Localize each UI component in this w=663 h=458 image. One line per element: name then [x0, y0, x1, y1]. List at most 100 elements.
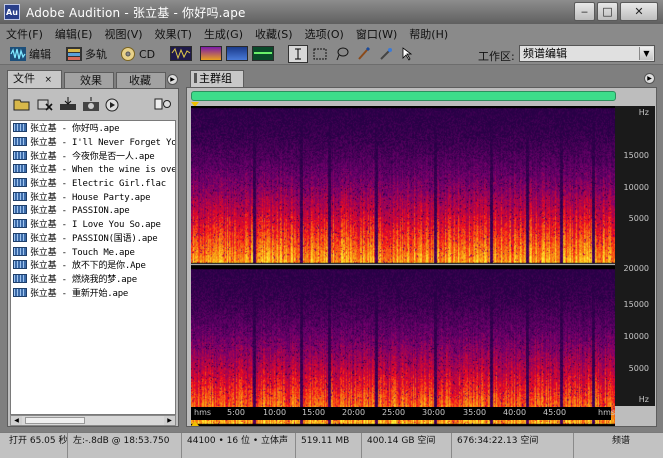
audition-app-icon[interactable]: Au [4, 4, 20, 20]
menu-view[interactable]: 视图(V) [104, 26, 142, 42]
status-view-mode: 频谱 [612, 436, 631, 446]
tab-effects[interactable]: 效果 [64, 72, 114, 88]
menu-options[interactable]: 选项(O) [305, 26, 344, 42]
file-list[interactable]: 张立基 - 你好吗.ape 张立基 - I'll Never Forget You… [10, 120, 176, 415]
audio-file-icon [13, 164, 27, 174]
edit-view-button[interactable]: 编辑 [10, 45, 51, 63]
list-item[interactable]: 张立基 - 燃烧我的梦.ape [11, 272, 175, 286]
file-list-scrollbar[interactable]: ◀ ▶ [10, 415, 176, 426]
status-open-time: 打开 65.05 秒 [6, 433, 68, 458]
waveform-display-icon [171, 47, 191, 60]
healing-brush-icon [380, 48, 392, 60]
cd-view-button[interactable]: CD [120, 45, 155, 63]
panel-menu-icon[interactable]: ▶ [644, 73, 655, 84]
menu-file[interactable]: 文件(F) [6, 26, 43, 42]
list-item[interactable]: 张立基 - Touch Me.ape [11, 244, 175, 258]
hz-tick-label: 15000 [623, 151, 649, 160]
tab-files[interactable]: 文件 × [7, 70, 62, 88]
insert-into-multitrack-icon[interactable] [59, 96, 77, 112]
tab-effects-label: 效果 [80, 74, 102, 87]
status-file-size: 519.11 MB [298, 433, 362, 458]
time-tick-label: 30:00 [422, 408, 446, 417]
file-name: 张立基 - PASSION.ape [30, 206, 130, 217]
menu-favorites[interactable]: 收藏(S) [255, 26, 293, 42]
file-name: 张立基 - 你好吗.ape [30, 124, 120, 135]
audio-file-icon [13, 137, 27, 147]
file-name: 张立基 - Touch Me.ape [30, 247, 135, 258]
workspace-label: 工作区: [478, 50, 515, 63]
marquee-tool[interactable] [310, 45, 330, 63]
menu-edit[interactable]: 编辑(E) [55, 26, 93, 42]
lasso-tool[interactable] [332, 45, 352, 63]
scrub-cursor-icon [402, 47, 413, 61]
hz-tick-label: Hz [638, 108, 649, 117]
waveform-icon [10, 47, 26, 61]
menu-effects[interactable]: 效果(T) [155, 26, 192, 42]
audio-file-icon [13, 178, 27, 188]
time-selection-tool[interactable] [288, 45, 308, 63]
file-name: 张立基 - 放不下的是你.Ape [30, 261, 146, 272]
spectral-frequency-button[interactable] [200, 46, 222, 61]
list-item[interactable]: 张立基 - I Love You So.ape [11, 217, 175, 231]
status-sample-format: 44100 • 16 位 • 立体声 [184, 433, 296, 458]
effects-paintbrush-tool[interactable] [354, 45, 374, 63]
close-icon[interactable]: × [45, 75, 53, 85]
chevron-left-icon[interactable]: ◀ [11, 416, 22, 425]
audio-file-icon [13, 232, 27, 242]
file-name: 张立基 - 重新开始.ape [30, 288, 129, 299]
file-name: 张立基 - PASSION(国语).ape [30, 233, 158, 244]
maximize-button[interactable]: □ [597, 2, 618, 21]
menu-window[interactable]: 窗口(W) [356, 26, 397, 42]
status-free-space: 400.14 GB 空间 [364, 433, 452, 458]
playhead-marker-bottom-icon[interactable] [191, 421, 199, 426]
tab-favorites[interactable]: 收藏夹 [116, 72, 166, 88]
list-item[interactable]: 张立基 - Electric Girl.flac [11, 176, 175, 190]
time-ruler[interactable]: hms 5:00 10:00 15:00 20:00 25:00 30:00 35:00 40:… [191, 407, 615, 420]
audio-file-icon [13, 246, 27, 256]
spectral-pan-button[interactable] [226, 46, 248, 61]
title-bar: Au Adobe Audition - 张立基 - 你好吗.ape ‒ □ ✕ [0, 0, 663, 24]
file-name: 张立基 - 今夜你是否一人.ape [30, 151, 155, 162]
waveform-display-button[interactable] [170, 46, 192, 61]
time-tick-label: hms [194, 408, 212, 417]
close-file-icon[interactable] [36, 96, 54, 112]
menu-help[interactable]: 帮助(H) [409, 26, 448, 42]
list-item[interactable]: 张立基 - 今夜你是否一人.ape [11, 148, 175, 162]
tab-main-group[interactable]: 主群组 [190, 70, 244, 87]
audio-file-icon [13, 123, 27, 133]
file-name: 张立基 - I Love You So.ape [30, 220, 161, 231]
time-tick-label: 10:00 [263, 408, 287, 417]
list-item[interactable]: 张立基 - 放不下的是你.Ape [11, 258, 175, 272]
multitrack-view-label: 多轨 [85, 48, 107, 61]
close-button[interactable]: ✕ [620, 2, 658, 21]
list-item[interactable]: 张立基 - House Party.ape [11, 189, 175, 203]
menu-generate[interactable]: 生成(G) [204, 26, 243, 42]
minimize-button[interactable]: ‒ [574, 2, 595, 21]
tab-main-group-label: 主群组 [199, 72, 232, 85]
chevron-down-icon: ▼ [639, 47, 653, 60]
list-item[interactable]: 张立基 - PASSION.ape [11, 203, 175, 217]
chevron-right-icon[interactable]: ▶ [164, 416, 175, 425]
spectral-display[interactable] [191, 106, 615, 426]
autoplay-icon[interactable] [154, 96, 172, 112]
list-item[interactable]: 张立基 - 重新开始.ape [11, 285, 175, 299]
scrollbar-thumb[interactable] [25, 417, 85, 424]
hz-tick-label: 5000 [628, 364, 649, 373]
spot-healing-tool[interactable] [376, 45, 396, 63]
list-item[interactable]: 张立基 - PASSION(国语).ape [11, 231, 175, 245]
spectral-phase-button[interactable] [252, 46, 274, 61]
multitrack-view-button[interactable]: 多轨 [66, 45, 107, 63]
open-file-icon[interactable] [13, 96, 31, 112]
insert-into-cd-icon[interactable] [82, 96, 100, 112]
list-item[interactable]: 张立基 - I'll Never Forget You [11, 135, 175, 149]
play-file-icon[interactable] [103, 96, 121, 112]
panel-menu-icon[interactable]: ▶ [167, 74, 178, 85]
audio-file-icon [13, 260, 27, 270]
list-item[interactable]: 张立基 - When the wine is over [11, 162, 175, 176]
scrub-tool[interactable] [398, 45, 418, 63]
list-item[interactable]: 张立基 - 你好吗.ape [11, 121, 175, 135]
editor-body: Hz 15000 10000 5000 20000 15000 10000 5000 Hz hm… [186, 87, 657, 427]
workspace-dropdown[interactable]: 频谱编辑 ▼ [519, 45, 655, 62]
session-overview-bar[interactable] [191, 91, 616, 101]
time-tick-label: 40:00 [503, 408, 527, 417]
